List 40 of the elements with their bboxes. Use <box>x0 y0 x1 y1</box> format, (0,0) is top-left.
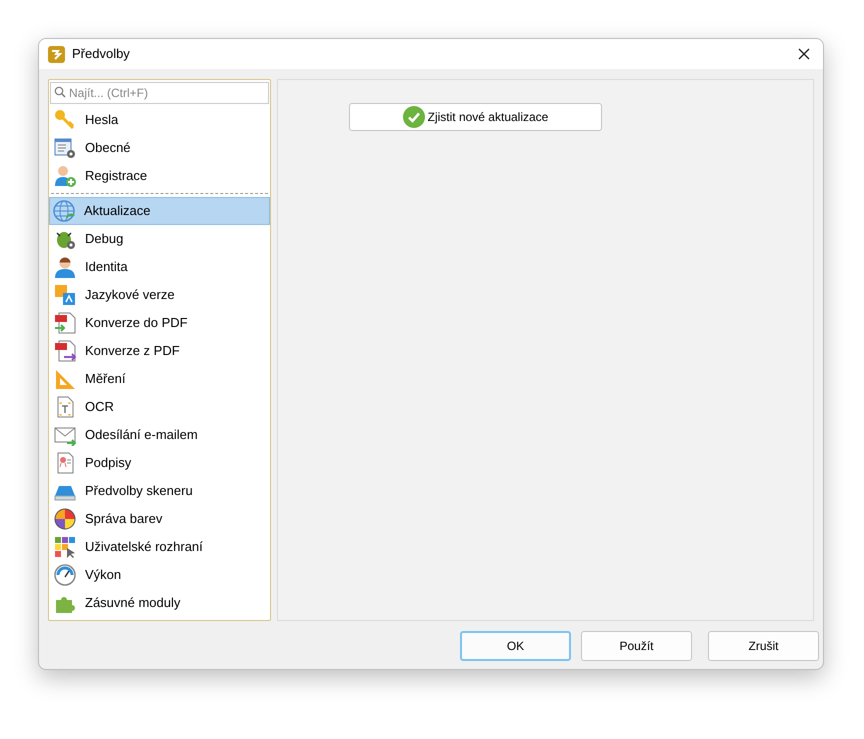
sidebar-item[interactable]: Správa barev <box>49 505 270 533</box>
person-icon <box>54 256 76 278</box>
dialog-button[interactable]: Zrušit <box>708 631 819 661</box>
key-icon <box>54 109 76 131</box>
sidebar-item[interactable]: Registrace <box>49 162 270 190</box>
globe-icon <box>53 200 75 222</box>
settings-window-icon <box>54 137 76 159</box>
sidebar-item[interactable]: Odesílání e-mailem <box>49 421 270 449</box>
app-logo-icon <box>48 46 65 62</box>
user-add-icon <box>54 165 76 187</box>
dialog-button[interactable]: Použít <box>581 631 692 661</box>
sidebar-item[interactable]: Předvolby skeneru <box>49 477 270 505</box>
sidebar-item[interactable]: Podpisy <box>49 449 270 477</box>
sidebar-item[interactable]: Hesla <box>49 106 270 134</box>
sidebar-item[interactable]: Debug <box>49 225 270 253</box>
search-field[interactable]: Najít... (Ctrl+F) <box>50 82 269 104</box>
triangle-ruler-icon <box>54 368 76 390</box>
sidebar-item[interactable]: Konverze z PDF <box>49 337 270 365</box>
sidebar-item[interactable]: Jazykové verze <box>49 281 270 309</box>
tiles-cursor-icon <box>54 536 76 558</box>
search-icon <box>54 86 66 98</box>
sidebar-item[interactable]: Měření <box>49 365 270 393</box>
check-updates-button[interactable]: Zjistit nové aktualizace <box>349 103 602 131</box>
dialog-button[interactable]: OK <box>460 631 571 661</box>
sidebar-item[interactable]: Konverze do PDF <box>49 309 270 337</box>
translate-icon <box>54 284 76 306</box>
sidebar-item[interactable]: Obecné <box>49 134 270 162</box>
sidebar-item[interactable]: Identita <box>49 253 270 281</box>
speedometer-icon <box>54 564 76 586</box>
sidebar-item[interactable]: Výkon <box>49 561 270 589</box>
pdf-export-icon <box>54 340 76 362</box>
sidebar-item[interactable]: Uživatelské rozhraní <box>49 533 270 561</box>
checkmark-icon <box>402 106 425 128</box>
sidebar-item[interactable]: Zásuvné moduly <box>49 589 270 617</box>
close-icon[interactable] <box>798 48 810 60</box>
window-title: Předvolby <box>72 45 131 64</box>
pdf-convert-icon <box>54 312 76 334</box>
sidebar-item[interactable]: Aktualizace <box>49 197 270 225</box>
color-wheel-icon <box>54 508 76 530</box>
sidebar-item[interactable]: OCR <box>49 393 270 421</box>
